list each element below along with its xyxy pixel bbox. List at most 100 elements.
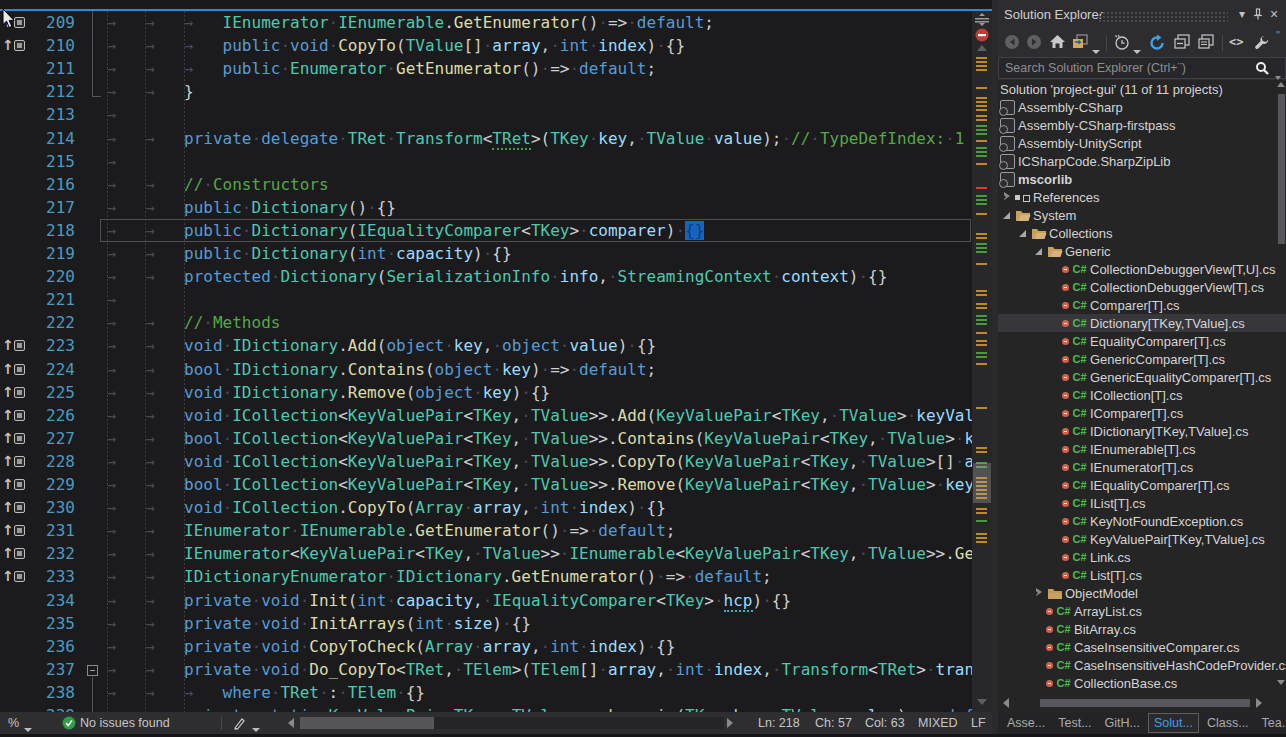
tree-item-idictionary-tkey-tvalue-cs[interactable]: C#IDictionary[TKey,TValue].cs: [998, 422, 1286, 440]
home-icon[interactable]: [1049, 34, 1067, 52]
scrollbar-thumb[interactable]: [1040, 699, 1250, 707]
code-line-238[interactable]: →→→where·TRet·:·TElem·{}: [102, 681, 425, 704]
code-line-209[interactable]: →→→IEnumerator·IEnumerable.GetEnumerator…: [102, 11, 714, 34]
code-line-214[interactable]: →→private·delegate·TRet·Transform<TRet>(…: [102, 127, 964, 150]
view-code-icon[interactable]: <>: [1229, 34, 1247, 52]
tree-item-collectionbase-cs[interactable]: C#CollectionBase.cs: [998, 674, 1286, 692]
tree-item-system[interactable]: System: [998, 206, 1286, 224]
code-line-239[interactable]: →→private·static·KeyValuePair<TKey,·TVal…: [102, 704, 992, 712]
pen-dropdown-caret[interactable]: [252, 721, 260, 735]
tree-item-references[interactable]: References: [998, 188, 1286, 206]
pending-changes-filter-icon[interactable]: [1113, 34, 1131, 52]
tree-item-caseinsensitivehashcodeprovider-cs[interactable]: C#CaseInsensitiveHashCodeProvider.cs: [998, 656, 1286, 674]
scroll-down-arrow[interactable]: [1277, 680, 1285, 685]
close-icon[interactable]: ×: [1266, 6, 1282, 22]
back-icon[interactable]: [1004, 34, 1022, 52]
code-line-230[interactable]: →→void·ICollection.CopyTo(Array·array,·i…: [102, 496, 666, 519]
code-line-229[interactable]: →→bool·ICollection<KeyValuePair<TKey,·TV…: [102, 473, 992, 496]
forward-icon[interactable]: [1026, 34, 1044, 52]
tree-item-collectiondebuggerview-t-cs[interactable]: C#CollectionDebuggerView[T].cs: [998, 278, 1286, 296]
collapse-all-icon[interactable]: [1174, 34, 1192, 52]
window-position-caret-icon[interactable]: ▾: [1234, 6, 1250, 22]
tree-item-link-cs[interactable]: C#Link.cs: [998, 548, 1286, 566]
panel-tab-class[interactable]: Class...: [1202, 714, 1254, 732]
search-icon[interactable]: [1255, 61, 1269, 75]
code-line-233[interactable]: →→IDictionaryEnumerator·IDictionary.GetE…: [102, 565, 772, 588]
code-line-232[interactable]: →→IEnumerator<KeyValuePair<TKey,·TValue>…: [102, 542, 992, 565]
tree-item-assembly-csharp-firstpass[interactable]: Assembly-CSharp-firstpass: [998, 116, 1286, 134]
tree-item-dictionary-tkey-tvalue-cs[interactable]: C#Dictionary[TKey,TValue].cs: [998, 314, 1286, 332]
code-line-216[interactable]: →→//·Constructors: [102, 173, 329, 196]
code-line-231[interactable]: →→IEnumerator·IEnumerable.GetEnumerator(…: [102, 519, 675, 542]
tree-item-iequalitycomparer-t-cs[interactable]: C#IEqualityComparer[T].cs: [998, 476, 1286, 494]
expander-expanded-icon[interactable]: [1001, 206, 1015, 224]
health-status-text[interactable]: No issues found: [80, 716, 170, 730]
code-line-236[interactable]: →→private·void·CopyToCheck(Array·array,·…: [102, 635, 675, 658]
properties-wrench-icon[interactable]: [1253, 34, 1271, 52]
tree-vertical-scrollbar[interactable]: [1277, 80, 1286, 694]
tree-item-assembly-csharp[interactable]: Assembly-CSharp: [998, 98, 1286, 116]
pen-marks-icon[interactable]: [232, 716, 247, 731]
code-line-234[interactable]: →→private·void·Init(int·capacity,·IEqual…: [102, 589, 791, 612]
toolbar-overflow-icon[interactable]: '': [1276, 30, 1286, 48]
scroll-down-arrow[interactable]: [977, 699, 987, 705]
tree-item-caseinsensitivecomparer-cs[interactable]: C#CaseInsensitiveComparer.cs: [998, 638, 1286, 656]
hscroll-left-arrow[interactable]: [288, 718, 294, 728]
tree-item-icollection-t-cs[interactable]: C#ICollection[T].cs: [998, 386, 1286, 404]
tree-item-icsharpcode-sharpziplib[interactable]: ICSharpCode.SharpZipLib: [998, 152, 1286, 170]
tree-item-objectmodel[interactable]: ObjectModel: [998, 584, 1286, 602]
show-all-files-icon[interactable]: [1198, 34, 1216, 52]
code-editor[interactable]: ↑↑↑↑↑↑↑↑↑↑↑↑↑ 20921021121221321421521621…: [0, 11, 992, 712]
scroll-up-arrow[interactable]: [977, 45, 987, 51]
search-input[interactable]: Search Solution Explorer (Ctrl+¨): [998, 57, 1286, 79]
tree-item-keyvaluepair-tkey-tvalue-cs[interactable]: C#KeyValuePair[TKey,TValue].cs: [998, 530, 1286, 548]
panel-tab-solut[interactable]: Solut...: [1148, 713, 1199, 733]
zoom-control[interactable]: %: [8, 716, 19, 730]
code-line-224[interactable]: →→bool·IDictionary.Contains(object·key)·…: [102, 358, 656, 381]
tree-item-comparer-t-cs[interactable]: C#Comparer[T].cs: [998, 296, 1286, 314]
expander-collapsed-icon[interactable]: [1033, 584, 1047, 602]
code-line-218[interactable]: →→public·Dictionary(IEqualityComparer<TK…: [102, 219, 704, 242]
tree-item-genericequalitycomparer-t-cs[interactable]: C#GenericEqualityComparer[T].cs: [998, 368, 1286, 386]
code-line-213[interactable]: →: [102, 103, 146, 126]
code-line-227[interactable]: →→bool·ICollection<KeyValuePair<TKey,·TV…: [102, 427, 992, 450]
tree-item-list-t-cs[interactable]: C#List[T].cs: [998, 566, 1286, 584]
scroll-left-arrow[interactable]: [1003, 698, 1009, 708]
split-editor-grip-icon[interactable]: [974, 13, 990, 27]
code-line-237[interactable]: →→private·void·Do_CopyTo<TRet,·TElem>(TE…: [102, 658, 992, 681]
code-line-220[interactable]: →→protected·Dictionary(SerializationInfo…: [102, 265, 887, 288]
scroll-up-arrow[interactable]: [1277, 82, 1285, 87]
collapse-region-button[interactable]: −: [87, 665, 98, 676]
tree-item-ienumerable-t-cs[interactable]: C#IEnumerable[T].cs: [998, 440, 1286, 458]
scrollbar-thumb[interactable]: [973, 463, 991, 503]
editor-horizontal-scrollbar[interactable]: [300, 717, 724, 729]
code-line-212[interactable]: →→}: [102, 80, 194, 103]
sync-with-active-document-icon[interactable]: [1072, 34, 1090, 52]
tree-item-solution-project-gui-11-of-11-projects-[interactable]: Solution 'project-gui' (11 of 11 project…: [998, 80, 1286, 98]
scrollbar-thumb[interactable]: [300, 717, 434, 729]
editor-vertical-scrollbar[interactable]: [972, 11, 992, 712]
expander-expanded-icon[interactable]: [1033, 242, 1047, 260]
scrollbar-thumb[interactable]: [1278, 94, 1285, 244]
panel-tab-asse[interactable]: Asse...: [1002, 714, 1050, 732]
tree-item-keynotfoundexception-cs[interactable]: C#KeyNotFoundException.cs: [998, 512, 1286, 530]
code-line-235[interactable]: →→private·void·InitArrays(int·size)·{}: [102, 612, 531, 635]
panel-tab-tea[interactable]: Tea...: [1257, 714, 1286, 732]
zoom-dropdown-caret[interactable]: [24, 721, 32, 735]
code-line-217[interactable]: →→public·Dictionary()·{}: [102, 196, 396, 219]
tree-item-icomparer-t-cs[interactable]: C#IComparer[T].cs: [998, 404, 1286, 422]
refresh-icon[interactable]: [1148, 34, 1166, 52]
panel-tab-test[interactable]: Test...: [1053, 714, 1096, 732]
tree-item-mscorlib[interactable]: mscorlib: [998, 170, 1286, 188]
tree-item-genericcomparer-t-cs[interactable]: C#GenericComparer[T].cs: [998, 350, 1286, 368]
code-line-226[interactable]: →→void·ICollection<KeyValuePair<TKey,·TV…: [102, 404, 992, 427]
tree-item-generic[interactable]: Generic: [998, 242, 1286, 260]
code-line-222[interactable]: →→//·Methods: [102, 311, 280, 334]
scroll-right-arrow[interactable]: [1256, 698, 1262, 708]
tree-item-ienumerator-t-cs[interactable]: C#IEnumerator[T].cs: [998, 458, 1286, 476]
code-line-210[interactable]: →→→public·void·CopyTo(TValue[]·array,·in…: [102, 34, 685, 57]
code-line-225[interactable]: →→void·IDictionary.Remove(object·key)·{}: [102, 381, 550, 404]
code-line-219[interactable]: →→public·Dictionary(int·capacity)·{}: [102, 242, 512, 265]
expander-expanded-icon[interactable]: [1017, 224, 1031, 242]
code-line-223[interactable]: →→void·IDictionary.Add(object·key,·objec…: [102, 334, 656, 357]
